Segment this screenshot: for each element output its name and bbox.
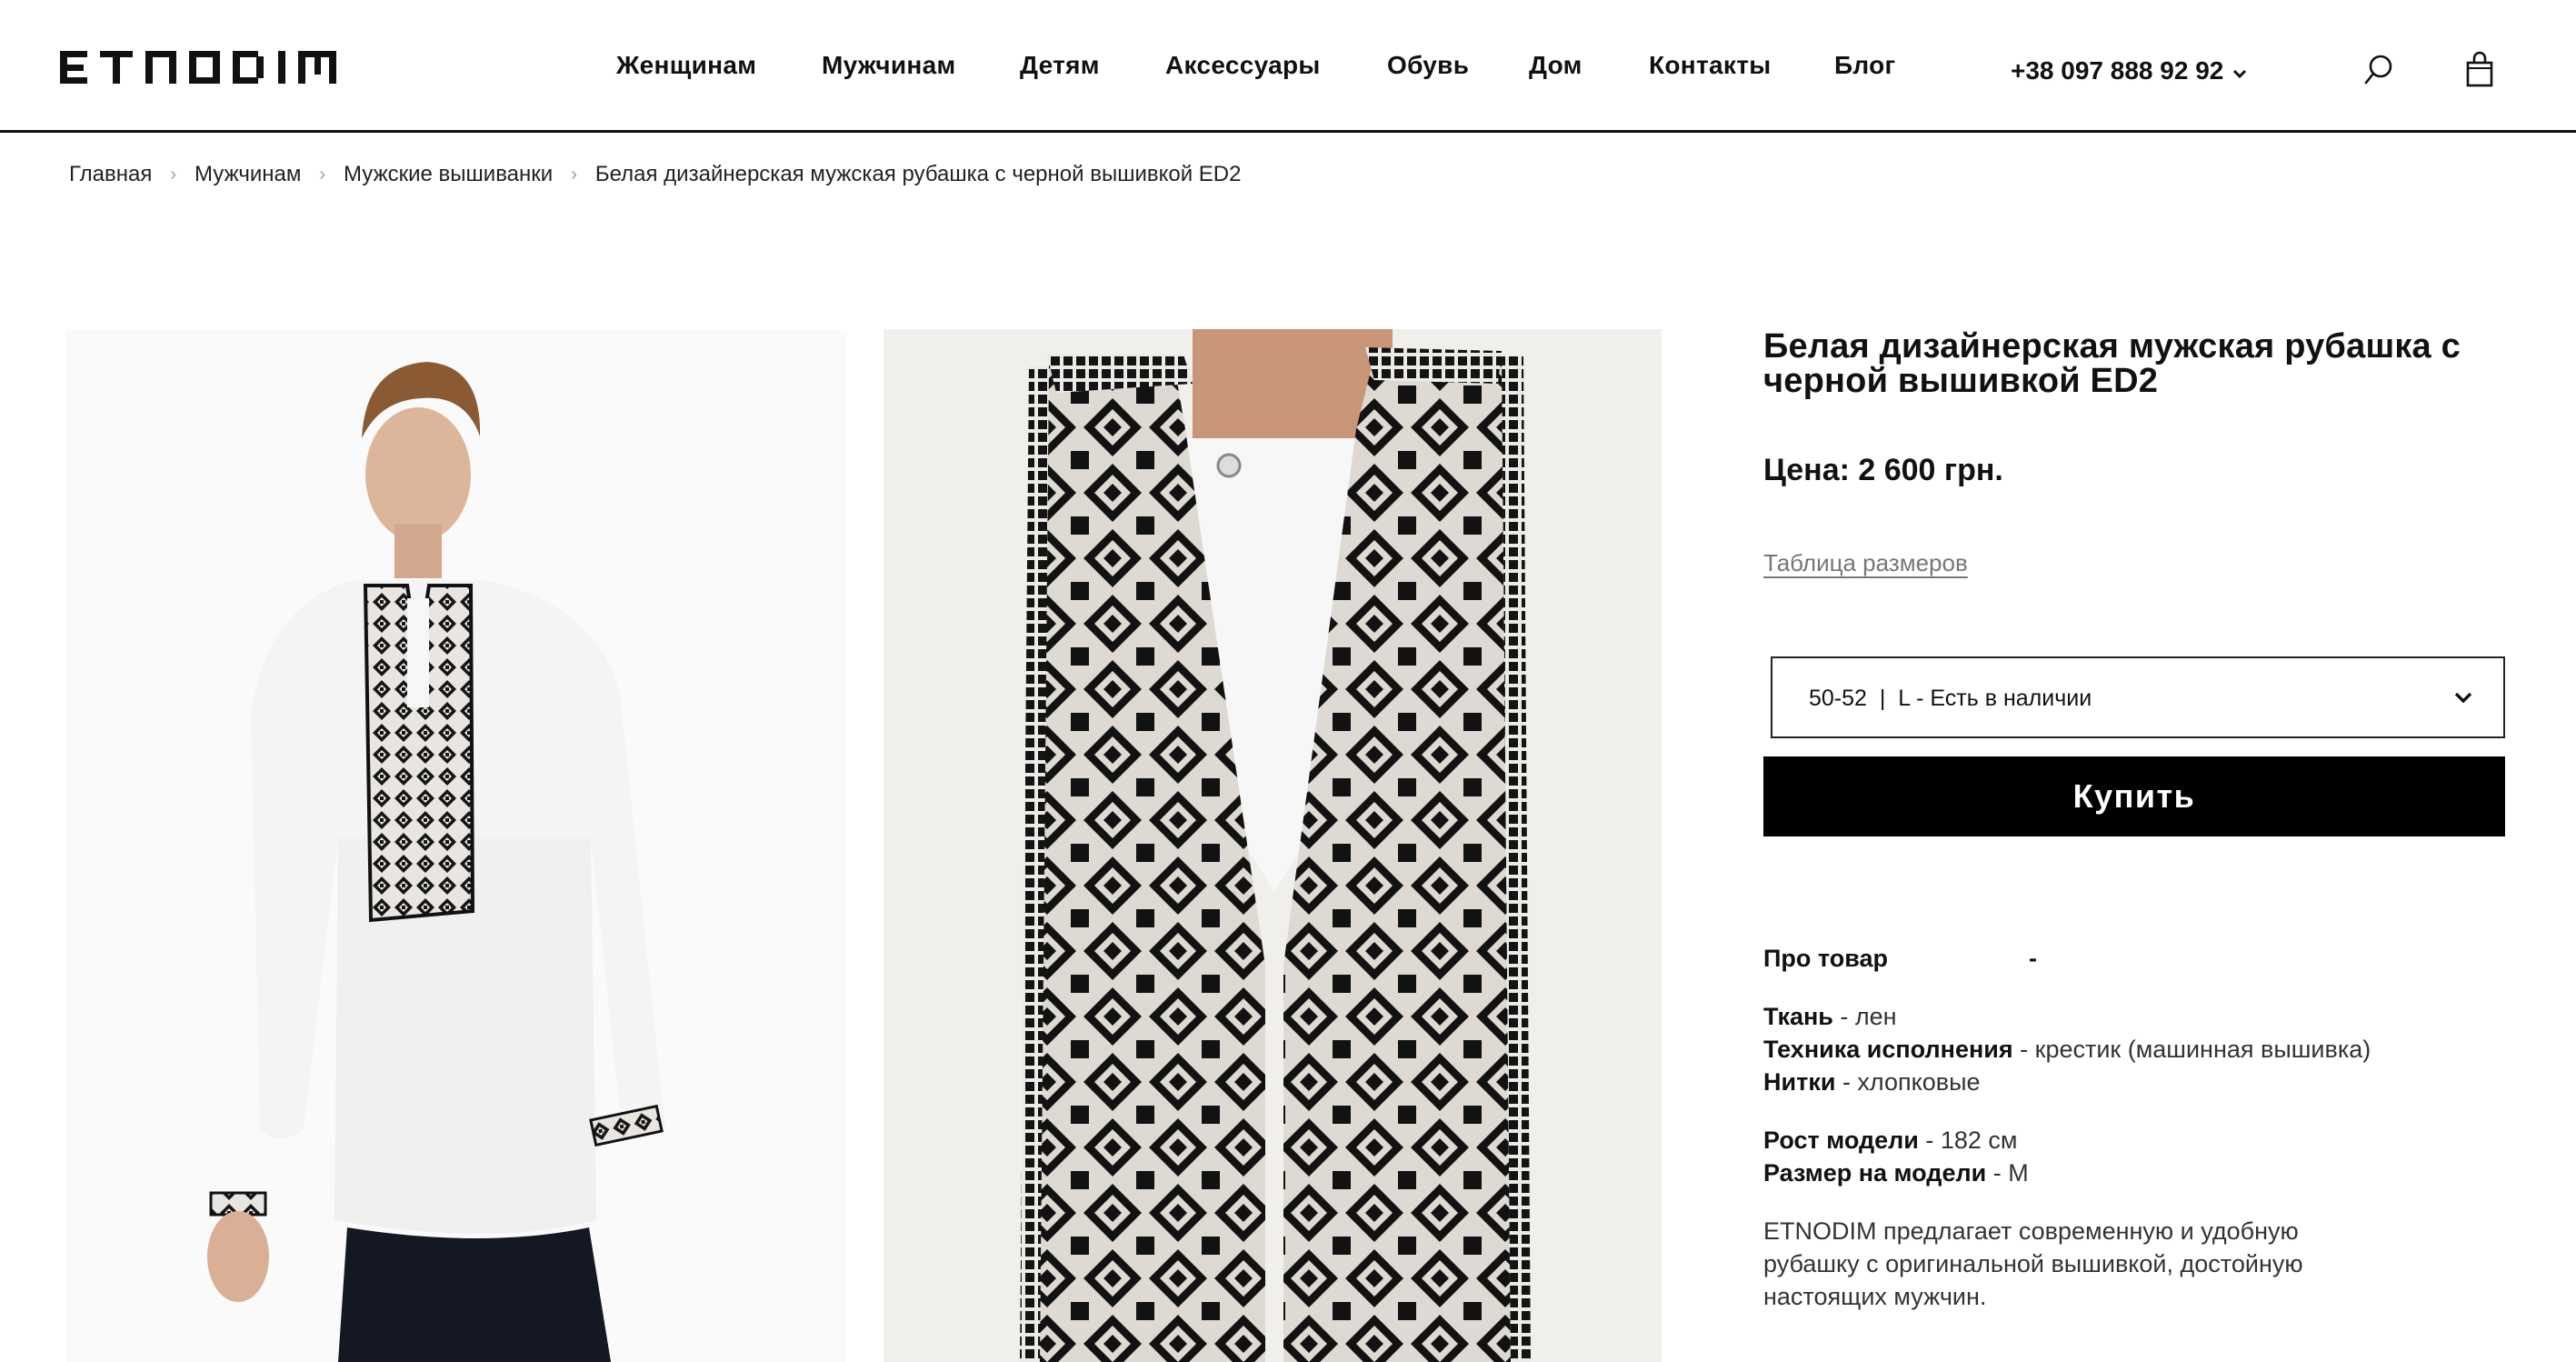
nav-item-5[interactable]: Обувь — [1387, 51, 1469, 80]
chevron-down-icon — [2454, 691, 2472, 708]
spec-line: Нитки - хлопковые — [1763, 1066, 2509, 1098]
description-text: ETNODIM предлагает современную и удобную… — [1763, 1217, 2303, 1310]
site-header: ETNODIM — [0, 0, 2576, 133]
breadcrumb-separator: › — [319, 165, 326, 185]
spec-value: - лен — [1832, 1003, 1897, 1030]
breadcrumb-mens-vyshyvanki[interactable]: Мужские вышиванки — [344, 162, 553, 186]
spec-line: Рост модели - 182 см — [1763, 1124, 2509, 1157]
logo[interactable]: ETNODIM — [60, 45, 347, 89]
spec-value: - M — [1986, 1159, 2029, 1187]
chevron-down-icon — [2232, 56, 2247, 85]
nav-item-1[interactable]: Женщинам — [616, 51, 756, 80]
spec-label: Рост модели — [1763, 1127, 1919, 1154]
breadcrumb-home[interactable]: Главная — [69, 162, 152, 186]
phone-dropdown[interactable]: +38 097 888 92 92 — [2011, 56, 2247, 85]
spec-line: Техника исполнения - крестик (машинная в… — [1763, 1033, 2509, 1066]
nav-item-8[interactable]: Блог — [1834, 51, 1896, 80]
breadcrumb-men[interactable]: Мужчинам — [195, 162, 301, 186]
shopping-bag-icon[interactable] — [2465, 51, 2494, 92]
spec-label: Ткань — [1763, 1003, 1833, 1030]
search-icon[interactable] — [2363, 53, 2394, 92]
spec-value: - 182 см — [1918, 1127, 2018, 1154]
product-description: ETNODIM предлагает современную и удобную… — [1763, 1215, 2509, 1313]
nav-item-2[interactable]: Мужчинам — [822, 51, 955, 80]
product-price: Цена: 2 600 грн. — [1763, 453, 2003, 487]
product-about: Про товар - Ткань - лен Техника исполнен… — [1763, 942, 2509, 1313]
about-heading[interactable]: Про товар - — [1763, 942, 2509, 975]
size-select[interactable]: 50-52 | L - Есть в наличии — [1771, 656, 2505, 738]
breadcrumb: Главная › Мужчинам › Мужские вышиванки › Белая… — [69, 162, 1241, 187]
phone-number: +38 097 888 92 92 — [2011, 56, 2224, 85]
about-toggle-dash: - — [2029, 945, 2037, 972]
buy-button[interactable]: Купить — [1763, 756, 2505, 836]
breadcrumb-separator: › — [170, 165, 177, 185]
spec-line: Размер на модели - M — [1763, 1157, 2509, 1189]
spec-line: Ткань - лен — [1763, 1000, 2509, 1033]
nav-item-6[interactable]: Дом — [1529, 51, 1583, 80]
spec-value: - крестик (машинная вышивка) — [2012, 1036, 2371, 1063]
nav-item-7[interactable]: Контакты — [1649, 51, 1771, 80]
logo-mark — [60, 51, 336, 84]
about-heading-label: Про товар — [1763, 945, 1889, 972]
spec-label: Размер на модели — [1763, 1159, 1987, 1187]
size-select-value: 50-52 | L - Есть в наличии — [1809, 686, 2092, 711]
nav-item-4[interactable]: Аксессуары — [1165, 51, 1321, 80]
breadcrumb-current: Белая дизайнерская мужская рубашка с чер… — [594, 162, 1242, 186]
product-photo-model[interactable] — [65, 329, 847, 1362]
breadcrumb-separator: › — [571, 165, 577, 185]
nav-item-3[interactable]: Детям — [1020, 51, 1100, 80]
spec-label: Нитки — [1763, 1068, 1836, 1096]
size-table-link[interactable]: Таблица размеров — [1763, 549, 1968, 577]
spec-label: Техника исполнения — [1763, 1036, 2013, 1063]
product-photo-embroidery-closeup[interactable] — [884, 329, 1662, 1362]
spec-group-material: Ткань - лен Техника исполнения - крестик… — [1763, 1000, 2509, 1098]
spec-group-model: Рост модели - 182 см Размер на модели - … — [1763, 1124, 2509, 1189]
product-title: Белая дизайнерская мужская рубашка с чер… — [1763, 327, 2461, 400]
spec-value: - хлопковые — [1835, 1068, 1981, 1096]
